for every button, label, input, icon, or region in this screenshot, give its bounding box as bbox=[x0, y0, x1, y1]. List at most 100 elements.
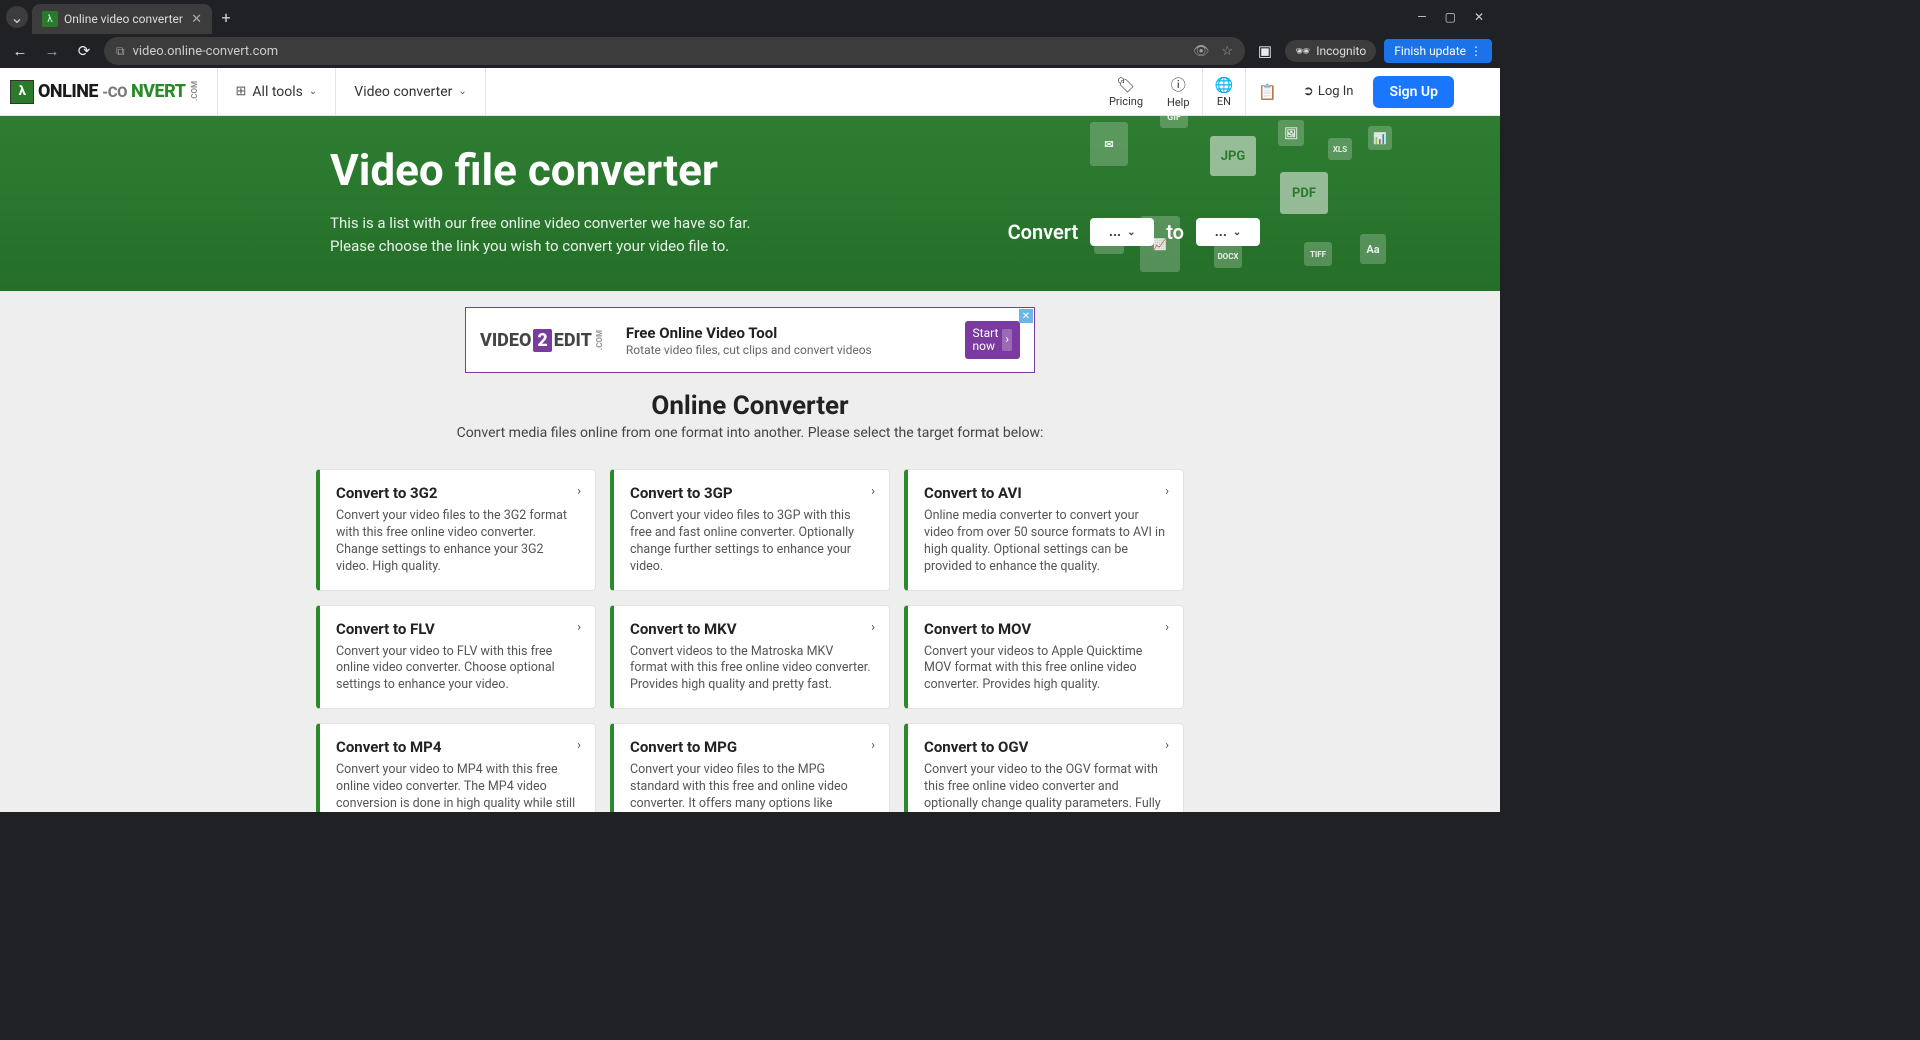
card-desc: Convert your video to MP4 with this free… bbox=[336, 762, 579, 812]
chevron-right-icon: › bbox=[1165, 738, 1169, 753]
favicon-icon bbox=[42, 11, 58, 27]
logo-com: .COM bbox=[190, 81, 199, 101]
card-title: Convert to MOV bbox=[924, 620, 1167, 638]
logo-text-3: NVERT bbox=[131, 81, 186, 102]
card-ogv[interactable]: ›Convert to OGVConvert your video to the… bbox=[904, 723, 1184, 812]
ad-cta-button[interactable]: Startnow › bbox=[965, 321, 1020, 359]
video-converter-label: Video converter bbox=[354, 84, 452, 100]
chevron-down-icon: ⌄ bbox=[309, 86, 317, 97]
to-label: to bbox=[1166, 220, 1184, 244]
grid-icon: ⊞ bbox=[236, 84, 247, 99]
site-info-icon[interactable]: ⧉ bbox=[116, 44, 125, 59]
window-minimize-icon[interactable]: — bbox=[1417, 10, 1426, 24]
convert-controls: Convert ... ⌄ to ... ⌄ bbox=[1008, 218, 1260, 246]
chevron-right-icon: › bbox=[577, 620, 581, 635]
card-mkv[interactable]: ›Convert to MKVConvert videos to the Mat… bbox=[610, 605, 890, 710]
ad-title: Free Online Video Tool bbox=[626, 324, 872, 342]
from-value: ... bbox=[1109, 224, 1121, 240]
pricing-label: Pricing bbox=[1109, 95, 1143, 108]
chevron-down-icon: ⌄ bbox=[1127, 227, 1135, 238]
chevron-right-icon: › bbox=[1165, 620, 1169, 635]
card-desc: Convert your videos to Apple Quicktime M… bbox=[924, 644, 1167, 695]
card-title: Convert to MPG bbox=[630, 738, 873, 756]
sign-up-label: Sign Up bbox=[1389, 84, 1438, 100]
chevron-right-icon: › bbox=[871, 620, 875, 635]
section-header: Online Converter Convert media files onl… bbox=[0, 383, 1500, 447]
pricing-link[interactable]: 🏷 Pricing bbox=[1097, 68, 1155, 115]
page-viewport: λ ONLINE-CONVERT .COM ⊞ All tools ⌄ Vide… bbox=[0, 68, 1500, 812]
tag-icon: 🏷 bbox=[1116, 76, 1135, 94]
card-3g2[interactable]: ›Convert to 3G2 Convert your video files … bbox=[316, 469, 596, 591]
logo-text-1: ONLINE bbox=[38, 81, 98, 102]
ad-logo-b: EDIT bbox=[554, 330, 592, 351]
hero-subtitle: This is a list with our free online vide… bbox=[330, 212, 770, 257]
hero-title: Video file converter bbox=[330, 144, 1170, 196]
tab-search-button[interactable]: ⌄ bbox=[6, 6, 28, 28]
card-desc: Convert your video files to the 3G2 form… bbox=[336, 508, 579, 576]
login-icon: ➲ bbox=[1303, 84, 1314, 99]
logo-text-2: -CO bbox=[102, 83, 127, 101]
card-title: Convert to 3GP bbox=[630, 484, 873, 502]
chevron-right-icon: › bbox=[577, 738, 581, 753]
clipboard-icon: 📋 bbox=[1258, 83, 1277, 101]
site-header: λ ONLINE-CONVERT .COM ⊞ All tools ⌄ Vide… bbox=[0, 68, 1500, 116]
ad-logo-a: VIDEO bbox=[480, 330, 531, 351]
window-maximize-icon[interactable]: ▢ bbox=[1445, 10, 1456, 24]
ad-container: ✕ VIDEO2EDIT.COM Free Online Video Tool … bbox=[0, 291, 1500, 383]
card-flv[interactable]: ›Convert to FLVConvert your video to FLV… bbox=[316, 605, 596, 710]
site-logo[interactable]: λ ONLINE-CONVERT .COM bbox=[10, 68, 218, 115]
card-mp4[interactable]: ›Convert to MP4 Convert your video to MP4… bbox=[316, 723, 596, 812]
sign-up-button[interactable]: Sign Up bbox=[1373, 76, 1454, 108]
panel-icon[interactable]: ▣ bbox=[1253, 42, 1277, 60]
logo-mark-icon: λ bbox=[10, 80, 34, 104]
back-button[interactable]: ← bbox=[8, 42, 32, 60]
ad-subtitle: Rotate video files, cut clips and conver… bbox=[626, 343, 872, 357]
new-tab-button[interactable]: + bbox=[212, 8, 240, 27]
chevron-right-icon: › bbox=[871, 484, 875, 499]
close-tab-icon[interactable]: ✕ bbox=[191, 12, 202, 27]
bookmark-icon[interactable]: ☆ bbox=[1221, 44, 1233, 59]
convert-label: Convert bbox=[1008, 220, 1079, 244]
finish-update-button[interactable]: Finish update ⋮ bbox=[1384, 39, 1492, 63]
incognito-icon: 🕶 bbox=[1295, 44, 1310, 58]
ad-logo: VIDEO2EDIT.COM bbox=[480, 329, 604, 352]
video-converter-menu[interactable]: Video converter ⌄ bbox=[336, 68, 485, 115]
convert-to-select[interactable]: ... ⌄ bbox=[1196, 218, 1260, 246]
convert-from-select[interactable]: ... ⌄ bbox=[1090, 218, 1154, 246]
card-title: Convert to MP4 bbox=[336, 738, 579, 756]
window-close-icon[interactable]: ✕ bbox=[1474, 10, 1484, 24]
card-title: Convert to 3G2 bbox=[336, 484, 579, 502]
card-title: Convert to OGV bbox=[924, 738, 1167, 756]
hero-section: ✉ GIF JPG 🖼 XLS 📊 PDF PNG 📈 DOCX TIFF Aa… bbox=[0, 116, 1500, 291]
lang-label: EN bbox=[1217, 95, 1231, 108]
card-desc: Convert your video files to the MPG stan… bbox=[630, 762, 873, 812]
ad-logo-n: 2 bbox=[533, 329, 551, 352]
card-avi[interactable]: ›Convert to AVIOnline media converter to… bbox=[904, 469, 1184, 591]
address-bar[interactable]: ⧉ video.online-convert.com 👁 ☆ bbox=[104, 37, 1245, 65]
browser-tab[interactable]: Online video converter ✕ bbox=[32, 4, 212, 34]
all-tools-menu[interactable]: ⊞ All tools ⌄ bbox=[218, 68, 337, 115]
chevron-down-icon: ⌄ bbox=[1233, 227, 1241, 238]
to-value: ... bbox=[1215, 224, 1227, 240]
chevron-right-icon: › bbox=[1002, 329, 1012, 350]
eye-off-icon[interactable]: 👁 bbox=[1193, 44, 1210, 59]
forward-button[interactable]: → bbox=[40, 42, 64, 60]
kebab-icon: ⋮ bbox=[1470, 44, 1482, 58]
card-mpg[interactable]: ›Convert to MPGConvert your video files … bbox=[610, 723, 890, 812]
ad-close-icon[interactable]: ✕ bbox=[1019, 309, 1033, 323]
card-title: Convert to FLV bbox=[336, 620, 579, 638]
language-selector[interactable]: 🌐 EN bbox=[1202, 68, 1246, 115]
incognito-indicator[interactable]: 🕶 Incognito bbox=[1285, 40, 1376, 62]
help-link[interactable]: ⓘ Help bbox=[1155, 68, 1202, 115]
clipboard-button[interactable]: 📋 bbox=[1245, 68, 1289, 115]
card-3gp[interactable]: ›Convert to 3GPConvert your video files … bbox=[610, 469, 890, 591]
card-desc: Convert videos to the Matroska MKV forma… bbox=[630, 644, 873, 695]
card-mov[interactable]: ›Convert to MOV Convert your videos to Ap… bbox=[904, 605, 1184, 710]
log-in-label: Log In bbox=[1318, 84, 1354, 99]
chevron-right-icon: › bbox=[577, 484, 581, 499]
reload-button[interactable]: ⟳ bbox=[72, 42, 96, 60]
incognito-label: Incognito bbox=[1316, 44, 1366, 58]
log-in-link[interactable]: ➲ Log In bbox=[1289, 84, 1368, 99]
ad-banner[interactable]: ✕ VIDEO2EDIT.COM Free Online Video Tool … bbox=[465, 307, 1035, 373]
section-title: Online Converter bbox=[0, 391, 1500, 421]
